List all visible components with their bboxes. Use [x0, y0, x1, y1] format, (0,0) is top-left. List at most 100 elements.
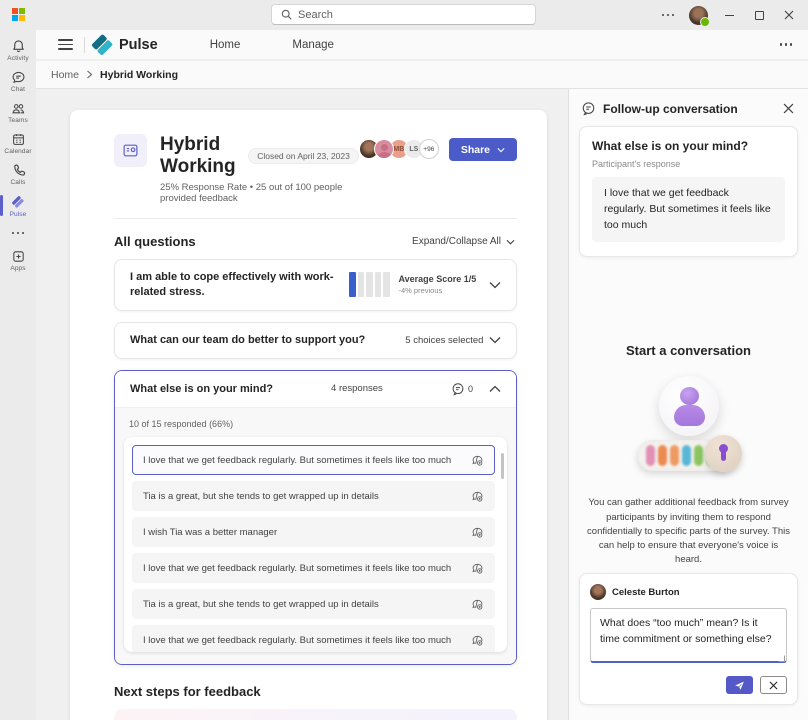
participant-response-card: What else is on your mind? Participant's… [579, 126, 798, 257]
score-bars [349, 272, 390, 297]
breadcrumb: Home Hybrid Working [36, 61, 808, 89]
panel-question: What else is on your mind? [592, 139, 785, 153]
comment-icon [581, 101, 596, 116]
rail-label: Pulse [10, 211, 27, 218]
divider [114, 218, 517, 219]
calendar-icon [11, 132, 26, 147]
chevron-down-icon[interactable] [489, 336, 501, 344]
rail-item-teams[interactable]: Teams [0, 97, 36, 128]
question-text: I am able to cope effectively with work-… [130, 270, 335, 300]
message-input[interactable]: What does “too much” mean? Is it time co… [590, 608, 787, 663]
question-card-support[interactable]: What can our team do better to support y… [114, 322, 517, 359]
comment-count[interactable]: 0 [451, 382, 473, 396]
question-header[interactable]: What else is on your mind? 4 responses 0 [115, 371, 516, 408]
hamburger-menu-icon[interactable] [50, 33, 80, 57]
response-row[interactable]: I love that we get feedback regularly. B… [132, 553, 495, 583]
share-button[interactable]: Share [449, 138, 517, 161]
minimize-icon[interactable] [716, 2, 742, 28]
avatar [590, 584, 606, 600]
start-conversation-icon[interactable] [471, 526, 484, 539]
ellipsis-icon [12, 232, 25, 235]
search-bar[interactable] [271, 4, 536, 25]
message-composer: Celeste Burton What does “too much” mean… [579, 573, 798, 705]
response-list: I love that we get feedback regularly. B… [124, 437, 507, 652]
question-meta: 5 choices selected [405, 335, 483, 346]
composer-user-name: Celeste Burton [612, 587, 680, 598]
avatar-overflow-count: +96 [419, 139, 439, 159]
response-text: I love that we get feedback regularly. B… [143, 563, 451, 574]
survey-header: Hybrid Working Closed on April 23, 2023 … [114, 134, 517, 204]
rail-item-chat[interactable]: Chat [0, 66, 36, 97]
phone-icon [11, 163, 26, 178]
rail-item-apps[interactable]: Apps [0, 245, 36, 276]
maximize-icon[interactable] [746, 2, 772, 28]
comment-icon [451, 382, 465, 396]
tab-manage[interactable]: Manage [292, 39, 334, 51]
send-button[interactable] [726, 676, 753, 694]
response-row[interactable]: Tia is a great, but she tends to get wra… [132, 481, 495, 511]
chevron-right-icon [86, 70, 93, 79]
response-label: Participant's response [592, 159, 785, 169]
participant-avatars[interactable]: MB LS +96 [359, 139, 439, 159]
question-card-stress[interactable]: I am able to cope effectively with work-… [114, 259, 517, 311]
app-rail: Activity Chat Teams Calendar Calls Pulse… [0, 30, 36, 720]
response-text: Tia is a great, but she tends to get wra… [143, 599, 379, 610]
response-row[interactable]: Tia is a great, but she tends to get wra… [132, 589, 495, 619]
question-card-open-feedback: What else is on your mind? 4 responses 0… [114, 370, 517, 666]
response-quote: I love that we get feedback regularly. B… [592, 177, 785, 242]
avatar [374, 139, 394, 159]
conversation-illustration [619, 374, 759, 486]
header-more-icon[interactable] [780, 43, 793, 46]
app-header: Pulse Home Manage [36, 30, 808, 60]
user-avatar[interactable] [689, 6, 708, 25]
breadcrumb-home[interactable]: Home [51, 69, 79, 81]
rail-label: Calendar [4, 148, 31, 155]
survey-meta: 25% Response Rate • 25 out of 100 people… [160, 182, 359, 204]
expand-collapse-all[interactable]: Expand/Collapse All [412, 236, 515, 247]
rail-label: Apps [10, 265, 25, 272]
discard-button[interactable] [760, 676, 787, 694]
survey-icon [114, 134, 147, 167]
status-badge: Closed on April 23, 2023 [248, 148, 359, 164]
cta-title: Start a conversation [569, 343, 808, 358]
score-trend: -4% previous [399, 286, 477, 295]
chat-icon [11, 70, 26, 85]
score-label: Average Score 1/5 [399, 274, 477, 284]
scrollbar[interactable] [501, 453, 504, 479]
window-titlebar [0, 0, 808, 30]
start-conversation-icon[interactable] [471, 562, 484, 575]
start-conversation-icon[interactable] [471, 490, 484, 503]
app-name: Pulse [119, 37, 158, 53]
chevron-down-icon[interactable] [489, 281, 501, 289]
tab-home[interactable]: Home [210, 39, 241, 51]
start-conversation-icon[interactable] [471, 634, 484, 647]
response-text: I love that we get feedback regularly. B… [143, 455, 451, 466]
rail-item-pulse[interactable]: Pulse [0, 190, 36, 221]
titlebar-more-icon[interactable] [655, 2, 681, 28]
rail-item-more[interactable] [0, 221, 36, 245]
search-input[interactable] [298, 9, 526, 21]
start-conversation-icon[interactable] [471, 598, 484, 611]
rail-item-activity[interactable]: Activity [0, 35, 36, 66]
teams-app-logo[interactable] [12, 8, 26, 22]
rail-item-calendar[interactable]: Calendar [0, 128, 36, 159]
question-text: What else is on your mind? [130, 382, 273, 397]
breadcrumb-current: Hybrid Working [100, 69, 178, 81]
pulse-logo-icon [93, 35, 112, 54]
close-panel-icon[interactable] [781, 101, 796, 116]
survey-title-block: Hybrid Working Closed on April 23, 2023 … [160, 134, 359, 204]
rail-item-calls[interactable]: Calls [0, 159, 36, 190]
start-conversation-section: Start a conversation You can gather addi… [569, 343, 808, 567]
start-conversation-icon[interactable] [471, 454, 484, 467]
response-row[interactable]: I love that we get feedback regularly. B… [132, 445, 495, 475]
responses-section: 10 of 15 responded (66%) I love that we … [115, 407, 516, 664]
close-icon[interactable] [776, 2, 802, 28]
response-rate-text: 10 of 15 responded (66%) [129, 419, 507, 429]
chevron-down-icon [506, 239, 515, 245]
response-row[interactable]: I love that we get feedback regularly. B… [132, 625, 495, 652]
pulse-diamond-icon [10, 194, 26, 210]
divider [84, 37, 85, 53]
x-icon [769, 681, 778, 690]
response-row[interactable]: I wish Tia was a better manager [132, 517, 495, 547]
chevron-up-icon[interactable] [489, 385, 501, 393]
